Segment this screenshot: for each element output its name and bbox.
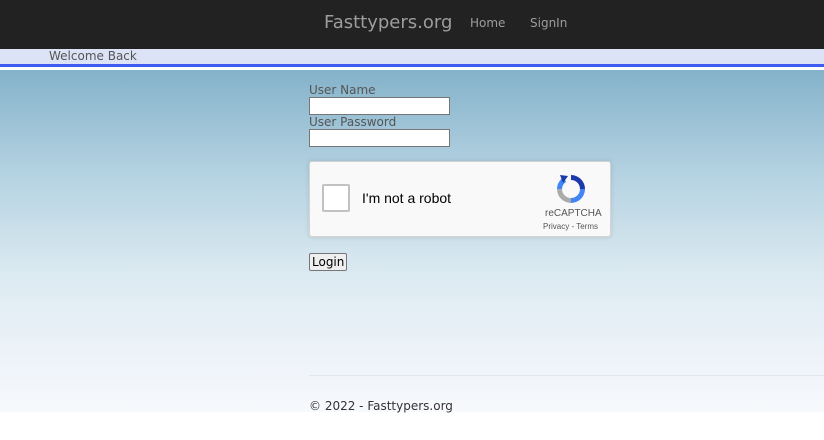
recaptcha-logo-icon <box>557 175 585 203</box>
password-label: User Password <box>309 115 397 129</box>
nav-link-home[interactable]: Home <box>470 16 505 30</box>
password-input[interactable] <box>309 129 450 147</box>
welcome-bar: Welcome Back <box>0 49 824 67</box>
nav-link-signin[interactable]: SignIn <box>530 16 567 30</box>
main-content <box>0 70 824 412</box>
footer-copyright: © 2022 - Fasttypers.org <box>309 399 453 413</box>
login-button[interactable]: Login <box>309 253 348 271</box>
recaptcha-brand: reCAPTCHA <box>545 208 602 219</box>
welcome-message: Welcome Back <box>49 49 137 63</box>
username-label: User Name <box>309 83 376 97</box>
bottom-strip <box>0 412 824 440</box>
recaptcha-terms-link[interactable]: Terms <box>576 222 598 231</box>
username-input[interactable] <box>309 97 450 115</box>
recaptcha-checkbox[interactable] <box>322 184 350 212</box>
recaptcha-links: Privacy - Terms <box>543 222 598 231</box>
footer-divider <box>309 375 824 376</box>
recaptcha-label: I'm not a robot <box>362 190 452 206</box>
recaptcha-widget: I'm not a robot reCAPTCHA Privacy - Term… <box>309 161 611 237</box>
recaptcha-privacy-link[interactable]: Privacy <box>543 222 569 231</box>
brand-link[interactable]: Fasttypers.org <box>324 12 452 33</box>
navbar: Fasttypers.org Home SignIn <box>0 0 824 49</box>
